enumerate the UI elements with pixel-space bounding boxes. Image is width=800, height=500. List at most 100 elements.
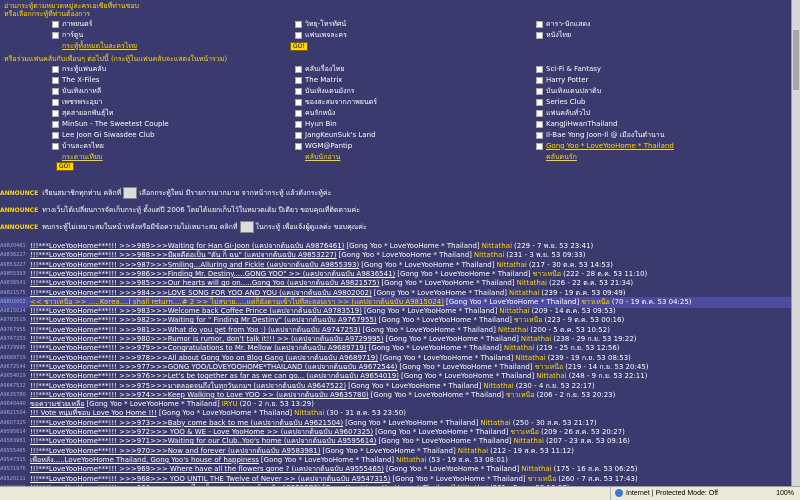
fanclub-item[interactable]: Il-Bae Yong Joon-Il @ เมืองในตำนาน <box>536 130 665 140</box>
checkbox[interactable] <box>295 76 302 84</box>
fanclub-extra-link[interactable]: คลับคนรัก <box>546 152 577 162</box>
category-section: อ่านกระทู้ตามหมวดหมู่ละครเอเชียที่ท่านชอ… <box>4 2 784 171</box>
fanclub-item[interactable]: แฟนคลับทั่วไป <box>536 108 590 118</box>
checkbox[interactable] <box>295 131 302 139</box>
checkbox[interactable] <box>536 98 543 106</box>
fanclub-item[interactable]: The Matrix <box>295 75 342 85</box>
fanclub-go-button[interactable]: GO! <box>56 162 74 171</box>
checkbox[interactable] <box>536 65 543 73</box>
fanclub-extra-link[interactable]: คลับนักอ่าน <box>305 152 340 162</box>
announce-text: ทางเว็บได้เปลี่ยนการจัดเก็บกระทู้ ตั้งแต… <box>42 205 360 214</box>
checkbox[interactable] <box>295 120 302 128</box>
go-button[interactable]: GO! <box>290 42 308 51</box>
fanclub-item[interactable]: Series Club <box>536 97 585 107</box>
category-item[interactable]: แฟนเพจละคร <box>295 30 347 40</box>
checkbox[interactable] <box>536 87 543 95</box>
read-all-label[interactable]: กระทู้ทั้งหมดในละครไทย <box>62 42 137 51</box>
checkbox[interactable] <box>295 98 302 106</box>
fanclub-item[interactable]: ของสะสมจากภาพยนตร์ <box>295 97 377 107</box>
category-item[interactable]: วิทยุ-โทรทัศน์ <box>295 19 346 29</box>
fanclub-item[interactable]: Lee Joon Gi Siwasdee Club <box>52 130 155 140</box>
fanclub-label: Hyun Bin <box>305 119 337 128</box>
checkbox[interactable] <box>52 109 59 117</box>
announce-text-2: ในกระทู้ เพื่อแจ้งผู้ดูแลค่ะ ขอบคุณค่ะ <box>255 222 367 231</box>
checkbox[interactable] <box>536 109 543 117</box>
fanclub-item[interactable]: เพชรพระอุมา <box>52 97 102 107</box>
read-all-link[interactable]: กระทู้ทั้งหมดในละครไทย <box>62 41 137 51</box>
zoom-level[interactable]: 100% <box>776 487 794 500</box>
announce-tag: ANNOUNCE <box>0 223 39 231</box>
checkbox[interactable] <box>295 31 302 39</box>
fanclub-extra-label[interactable]: คลับคนรัก <box>546 153 577 162</box>
page-icon[interactable] <box>123 187 138 199</box>
checkbox[interactable] <box>52 131 59 139</box>
fanclub-label: บันเทิงแดนมังกร <box>305 86 355 95</box>
fanclub-label: สุดสายอกพันธุ์ไท <box>62 108 114 117</box>
announce-row: ANNOUNCE ทางเว็บได้เปลี่ยนการจัดเก็บกระทู… <box>0 205 360 215</box>
checkbox[interactable] <box>52 31 59 39</box>
checkbox[interactable] <box>52 76 59 84</box>
fanclub-item[interactable]: Hyun Bin <box>295 119 337 129</box>
scrollbar-thumb[interactable] <box>793 30 799 90</box>
checkbox[interactable] <box>52 120 59 128</box>
fanclub-item[interactable]: Sci-Fi & Fantasy <box>536 64 601 74</box>
announce-row: ANNOUNCE เรียนสมาชิกทุกท่าน คลิกที่ เลือกก… <box>0 187 331 199</box>
flag-icon[interactable] <box>239 221 254 233</box>
fanclub-label: คลับเรื่องไทย <box>305 64 345 73</box>
fanclub-item[interactable]: บันเทิงเกาหลี <box>52 86 101 96</box>
fanclub-item[interactable]: กระทู้แฟนคลับ <box>52 64 106 74</box>
fanclub-item[interactable]: Harry Potter <box>536 75 588 85</box>
category-item[interactable]: ดารา-นักแสดง <box>536 19 590 29</box>
fanclub-item[interactable]: Gong Yoo * LoveYooHome * Thailand <box>536 141 674 151</box>
checkbox[interactable] <box>536 120 543 128</box>
checkbox[interactable] <box>295 20 302 28</box>
fanclub-label: JangKeunSuk's Land <box>305 130 376 139</box>
fanclub-label: MinSun - The Sweetest Couple <box>62 119 169 128</box>
fanclub-item[interactable]: คนรักหนัง <box>295 108 335 118</box>
checkbox[interactable] <box>52 65 59 73</box>
zone-panel: Internet | Protected Mode: Off <box>610 487 761 500</box>
fanclub-item[interactable]: บ้านละครไทย <box>52 141 104 151</box>
fanclub-label: KangJiHwanThailand <box>546 119 618 128</box>
checkbox[interactable] <box>52 142 59 150</box>
checkbox[interactable] <box>536 142 543 150</box>
checkbox[interactable] <box>52 20 59 28</box>
checkbox[interactable] <box>536 131 543 139</box>
fanclub-item[interactable]: The X-Files <box>52 75 100 85</box>
fanclub-list: กระทู้แฟนคลับ The X-Files บันเทิงเกาหลี เพช… <box>4 64 784 171</box>
fanclub-extra-label[interactable]: กระดานเทียบ <box>62 153 103 162</box>
fanclub-label: บันเทิงแดนปลาดิบ <box>546 86 602 95</box>
fanclub-item[interactable]: สุดสายอกพันธุ์ไท <box>52 108 113 118</box>
category-label: หนังไทย <box>546 30 572 39</box>
checkbox[interactable] <box>295 109 302 117</box>
fanclub-item[interactable]: MinSun - The Sweetest Couple <box>52 119 169 129</box>
fanclub-extra-link[interactable]: กระดานเทียบ <box>62 152 103 162</box>
fanclub-item[interactable]: KangJiHwanThailand <box>536 119 617 129</box>
fanclub-item[interactable]: WGM@Pantip <box>295 141 352 151</box>
fanclub-item[interactable]: บันเทิงแดนมังกร <box>295 86 355 96</box>
vertical-scrollbar[interactable] <box>791 0 800 487</box>
checkbox[interactable] <box>295 65 302 73</box>
fanclub-label: Harry Potter <box>546 75 589 84</box>
fanclub-item[interactable]: บันเทิงแดนปลาดิบ <box>536 86 601 96</box>
category-label: ภาพยนตร์ <box>62 19 93 28</box>
fanclub-extra-label[interactable]: คลับนักอ่าน <box>305 153 340 162</box>
fanclub-item[interactable]: JangKeunSuk's Land <box>295 130 375 140</box>
fanclub-label: กระทู้แฟนคลับ <box>62 64 107 73</box>
checkbox[interactable] <box>52 98 59 106</box>
fanclub-label: Sci-Fi & Fantasy <box>546 64 602 73</box>
checkbox[interactable] <box>52 87 59 95</box>
checkbox[interactable] <box>536 76 543 84</box>
section2-title: หรือร่วมแฟนคลับกับเพื่อนๆ ต่อไปนี้ (กระท… <box>4 55 228 63</box>
announce-text: พบกระทู้ไม่เหมาะสมในหน้าหลังหรือมีข้อควา… <box>42 222 238 231</box>
category-label: ดารา-นักแสดง <box>546 19 591 28</box>
page-content: อ่านกระทู้ตามหมวดหมู่ละครเอเชียที่ท่านชอ… <box>0 0 800 487</box>
checkbox[interactable] <box>295 142 302 150</box>
fanclub-item[interactable]: คลับเรื่องไทย <box>295 64 344 74</box>
category-item[interactable]: หนังไทย <box>536 30 571 40</box>
checkbox[interactable] <box>536 20 543 28</box>
category-item[interactable]: การ์ตูน <box>52 30 83 40</box>
category-item[interactable]: ภาพยนตร์ <box>52 19 92 29</box>
checkbox[interactable] <box>536 31 543 39</box>
checkbox[interactable] <box>295 87 302 95</box>
